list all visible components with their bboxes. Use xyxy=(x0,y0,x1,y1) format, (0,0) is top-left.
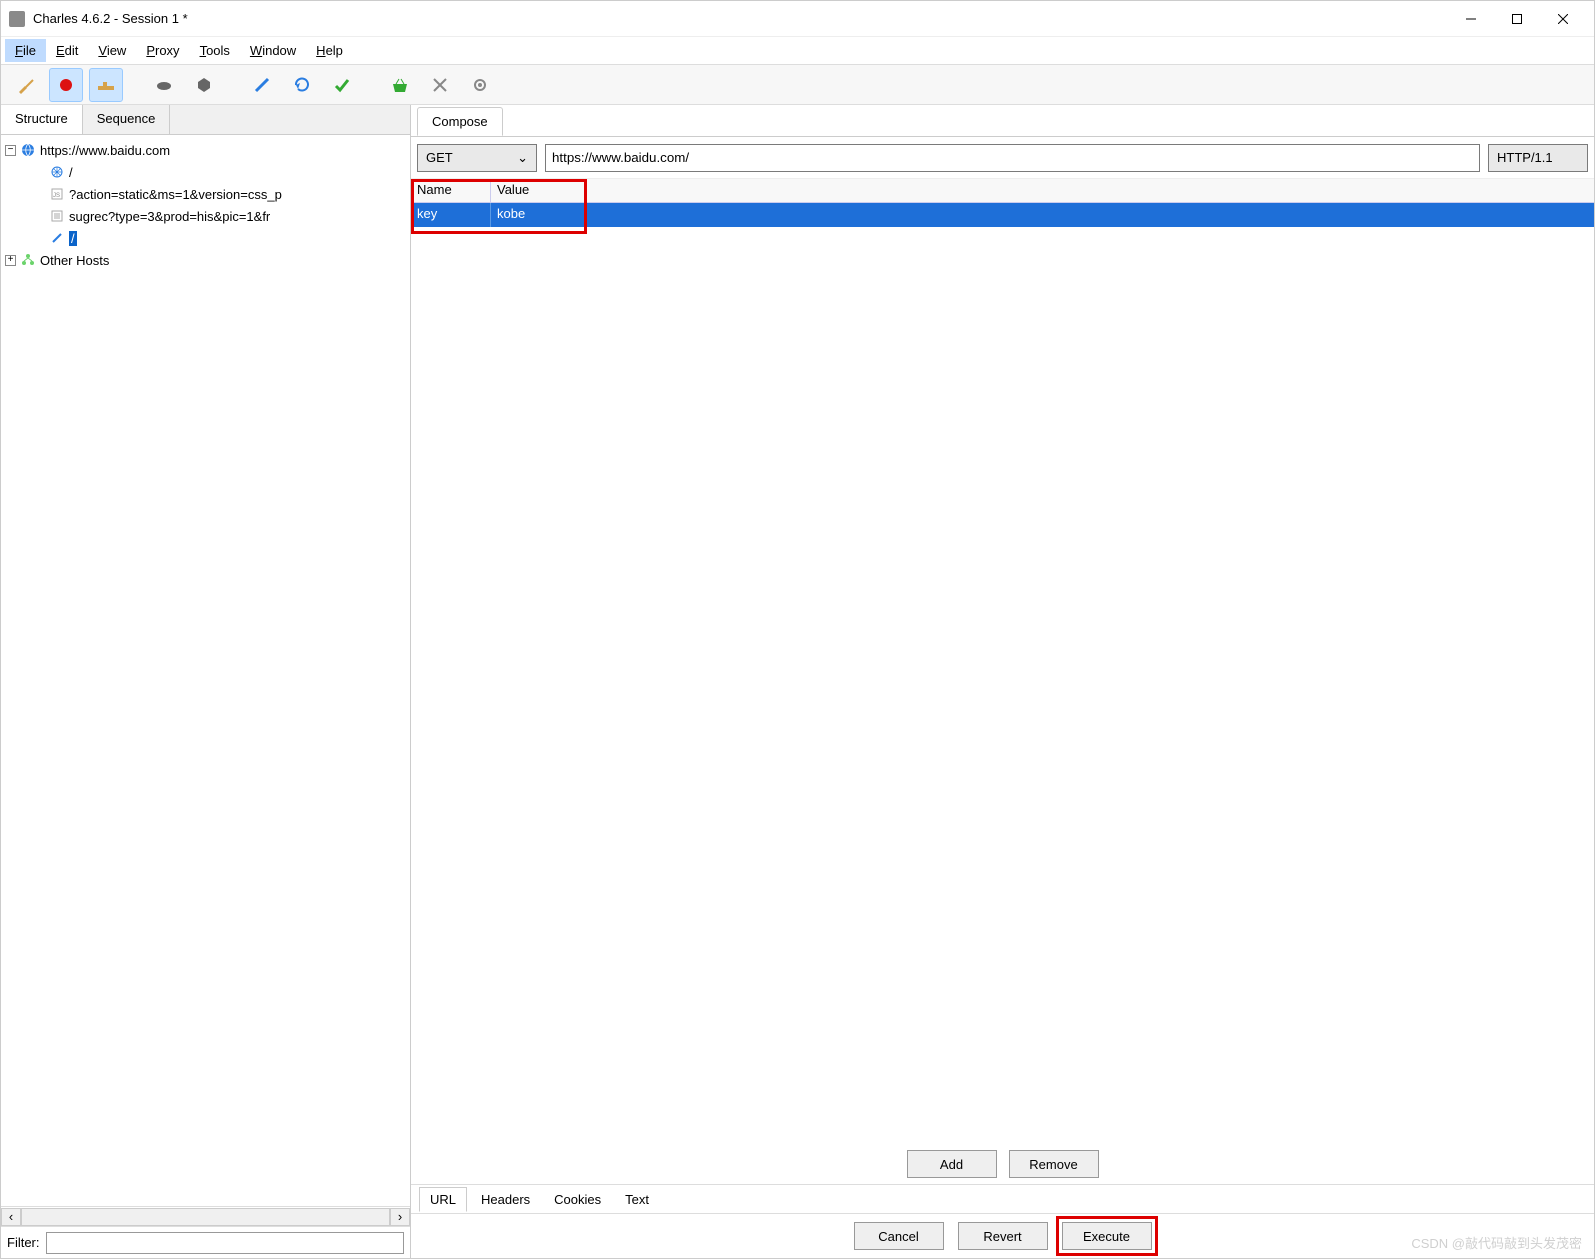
file-icon xyxy=(49,208,65,224)
request-tree[interactable]: − https://www.baidu.com / JS ?action=sta… xyxy=(1,135,410,1206)
tree-item-label: / xyxy=(69,165,73,180)
menu-window[interactable]: Window xyxy=(240,39,306,62)
tools-icon[interactable] xyxy=(423,68,457,102)
tree-item-selected[interactable]: / xyxy=(5,227,406,249)
maximize-button[interactable] xyxy=(1494,4,1540,34)
revert-button[interactable]: Revert xyxy=(958,1222,1048,1250)
tree-other-hosts-label: Other Hosts xyxy=(40,253,109,268)
tree-item-label: ?action=static&ms=1&version=css_p xyxy=(69,187,282,202)
hexagon-icon[interactable] xyxy=(187,68,221,102)
compose-tabs: Compose xyxy=(411,105,1594,137)
titlebar: Charles 4.6.2 - Session 1 * xyxy=(1,1,1594,37)
tree-host-label: https://www.baidu.com xyxy=(40,143,170,158)
app-window: Charles 4.6.2 - Session 1 * File Edit Vi… xyxy=(0,0,1595,1259)
tree-item[interactable]: JS ?action=static&ms=1&version=css_p xyxy=(5,183,406,205)
tree-item[interactable]: sugrec?type=3&prod=his&pic=1&fr xyxy=(5,205,406,227)
param-header: Name Value xyxy=(411,179,1594,203)
app-icon xyxy=(9,11,25,27)
param-table[interactable]: Name Value key kobe xyxy=(411,179,1594,1144)
menu-file[interactable]: File xyxy=(5,39,46,62)
pen-icon xyxy=(49,230,65,246)
record-icon[interactable] xyxy=(49,68,83,102)
subtab-text[interactable]: Text xyxy=(615,1188,659,1211)
url-input[interactable] xyxy=(545,144,1480,172)
broom-icon[interactable] xyxy=(9,68,43,102)
highlight-annotation xyxy=(1056,1216,1158,1256)
tree-item-label: / xyxy=(69,231,77,246)
filter-input[interactable] xyxy=(46,1232,405,1254)
add-button[interactable]: Add xyxy=(907,1150,997,1178)
subtab-url[interactable]: URL xyxy=(419,1187,467,1212)
cancel-button[interactable]: Cancel xyxy=(854,1222,944,1250)
horizontal-scrollbar[interactable]: ‹ › xyxy=(1,1206,410,1226)
subtab-cookies[interactable]: Cookies xyxy=(544,1188,611,1211)
window-controls xyxy=(1448,4,1586,34)
body-tabs: URL Headers Cookies Text xyxy=(411,1184,1594,1214)
http-version-label: HTTP/1.1 xyxy=(1497,150,1553,165)
remove-button[interactable]: Remove xyxy=(1009,1150,1099,1178)
tree-item[interactable]: / xyxy=(5,161,406,183)
refresh-icon[interactable] xyxy=(285,68,319,102)
throttle-icon[interactable] xyxy=(89,68,123,102)
param-actions: Add Remove xyxy=(411,1144,1594,1184)
tab-sequence[interactable]: Sequence xyxy=(83,105,171,134)
toolbar xyxy=(1,65,1594,105)
param-name[interactable]: key xyxy=(411,203,491,227)
window-title: Charles 4.6.2 - Session 1 * xyxy=(33,11,1448,26)
chevron-down-icon: ⌄ xyxy=(517,150,528,166)
col-name-header[interactable]: Name xyxy=(411,179,491,202)
basket-icon[interactable] xyxy=(383,68,417,102)
svg-text:JS: JS xyxy=(53,193,60,199)
right-panel: Compose GET ⌄ HTTP/1.1 Name Value key xyxy=(411,105,1594,1258)
network-icon xyxy=(20,252,36,268)
left-tabs: Structure Sequence xyxy=(1,105,410,135)
http-version-select[interactable]: HTTP/1.1 xyxy=(1488,144,1588,172)
menu-edit[interactable]: Edit xyxy=(46,39,88,62)
minimize-button[interactable] xyxy=(1448,4,1494,34)
param-value[interactable]: kobe xyxy=(491,203,1594,227)
tree-other-hosts[interactable]: + Other Hosts xyxy=(5,249,406,271)
main-area: Structure Sequence − https://www.baidu.c… xyxy=(1,105,1594,1258)
check-icon[interactable] xyxy=(325,68,359,102)
tab-compose[interactable]: Compose xyxy=(417,107,503,136)
filter-label: Filter: xyxy=(7,1235,40,1250)
method-select[interactable]: GET ⌄ xyxy=(417,144,537,172)
request-row: GET ⌄ HTTP/1.1 xyxy=(411,137,1594,179)
globe-icon xyxy=(20,142,36,158)
menu-help[interactable]: Help xyxy=(306,39,353,62)
pen-icon[interactable] xyxy=(245,68,279,102)
method-value: GET xyxy=(426,150,453,165)
filter-row: Filter: xyxy=(1,1226,410,1258)
wheel-icon xyxy=(49,164,65,180)
scroll-track[interactable] xyxy=(21,1208,390,1226)
menubar: File Edit View Proxy Tools Window Help xyxy=(1,37,1594,65)
tab-structure[interactable]: Structure xyxy=(1,105,83,134)
tree-item-label: sugrec?type=3&prod=his&pic=1&fr xyxy=(69,209,270,224)
left-panel: Structure Sequence − https://www.baidu.c… xyxy=(1,105,411,1258)
menu-tools[interactable]: Tools xyxy=(190,39,240,62)
js-file-icon: JS xyxy=(49,186,65,202)
tree-collapse-icon[interactable]: − xyxy=(5,145,16,156)
param-row-selected[interactable]: key kobe xyxy=(411,203,1594,227)
menu-view[interactable]: View xyxy=(88,39,136,62)
tree-expand-icon[interactable]: + xyxy=(5,255,16,266)
turtle-icon[interactable] xyxy=(147,68,181,102)
scroll-right-icon[interactable]: › xyxy=(390,1208,410,1226)
col-value-header[interactable]: Value xyxy=(491,179,1594,202)
close-button[interactable] xyxy=(1540,4,1586,34)
gear-icon[interactable] xyxy=(463,68,497,102)
subtab-headers[interactable]: Headers xyxy=(471,1188,540,1211)
scroll-left-icon[interactable]: ‹ xyxy=(1,1208,21,1226)
menu-proxy[interactable]: Proxy xyxy=(136,39,189,62)
watermark: CSDN @敲代码敲到头发茂密 xyxy=(1411,1233,1582,1252)
tree-host[interactable]: − https://www.baidu.com xyxy=(5,139,406,161)
